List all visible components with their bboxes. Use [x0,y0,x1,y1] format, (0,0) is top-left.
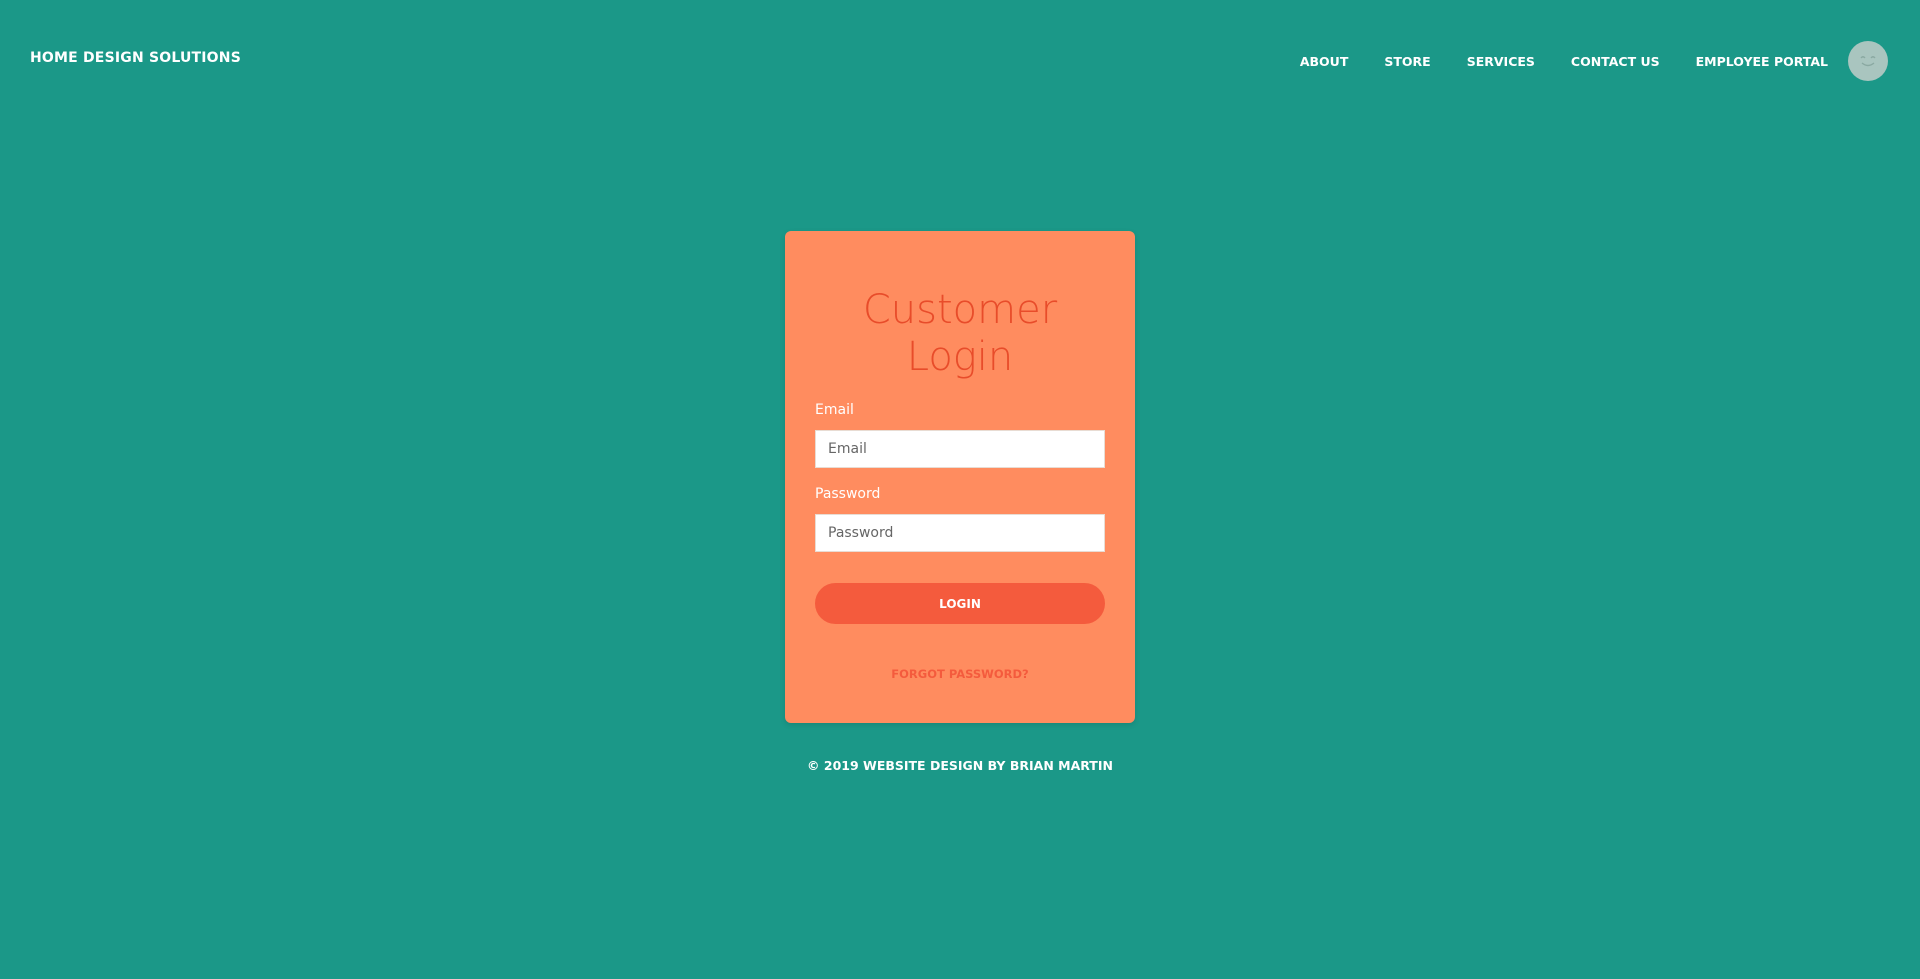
smiley-face-icon [1860,56,1876,67]
forgot-password-link[interactable]: FORGOT PASSWORD? [785,667,1135,681]
nav-about[interactable]: ABOUT [1300,54,1349,69]
brand-title[interactable]: HOME DESIGN SOLUTIONS [30,50,241,66]
nav-store[interactable]: STORE [1384,54,1430,69]
login-button[interactable]: LOGIN [815,583,1105,624]
login-title-line2: Login [906,334,1014,380]
email-field[interactable] [815,430,1105,468]
login-title: Customer Login [785,287,1135,381]
login-card: Customer Login Email Password LOGIN FORG… [785,231,1135,723]
nav-employee-portal[interactable]: EMPLOYEE PORTAL [1696,54,1828,69]
nav-services[interactable]: SERVICES [1467,54,1535,69]
password-field[interactable] [815,514,1105,552]
avatar[interactable] [1848,41,1888,81]
login-title-line1: Customer [862,287,1058,333]
password-label: Password [815,486,881,502]
nav-contact-us[interactable]: CONTACT US [1571,54,1660,69]
main-nav: ABOUT STORE SERVICES CONTACT US EMPLOYEE… [1300,40,1888,82]
footer-copyright: © 2019 WEBSITE DESIGN BY BRIAN MARTIN [807,758,1113,773]
email-label: Email [815,402,854,418]
